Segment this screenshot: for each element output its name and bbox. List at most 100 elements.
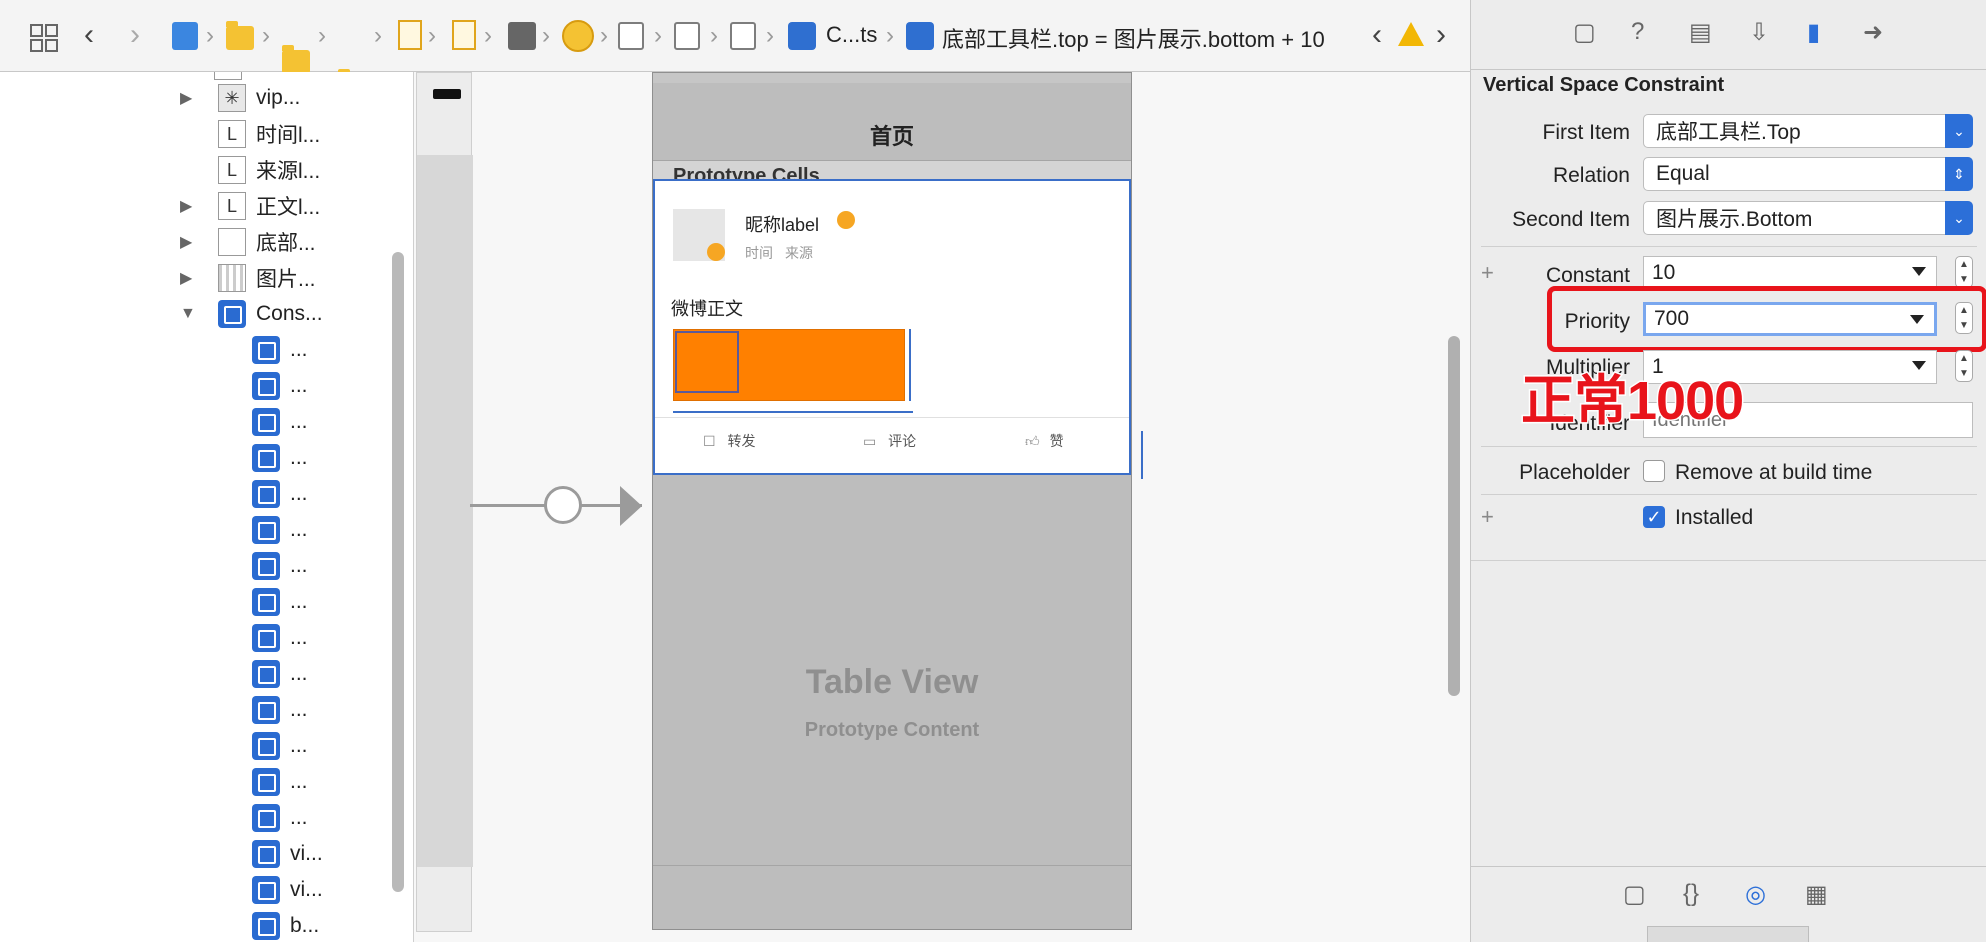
multiplier-stepper[interactable]: ▲ ▼ [1955, 350, 1973, 382]
outline-item-constraints[interactable]: ▼ Cons... [180, 298, 323, 330]
storyboard-icon[interactable] [398, 20, 422, 50]
size-inspector-icon[interactable]: ▮ [1807, 18, 1820, 47]
file-template-library-icon[interactable]: ▢ [1623, 880, 1646, 909]
constraint-item[interactable]: ... [252, 694, 308, 726]
outline-item-source[interactable]: L 来源l... [218, 154, 320, 186]
outline-item-bottom-bar[interactable]: ▶ 底部... [180, 226, 316, 258]
installed-label[interactable]: Installed [1675, 506, 1753, 530]
constant-stepper[interactable]: ▲ ▼ [1955, 256, 1973, 288]
scene-icon[interactable] [508, 22, 536, 50]
constraint-item[interactable]: vi... [252, 838, 323, 870]
cell-height-indicator[interactable] [1141, 431, 1143, 479]
constraint-icon[interactable] [906, 22, 934, 50]
constraint-item[interactable]: ... [252, 586, 308, 618]
disclosure-triangle-icon[interactable]: ▶ [180, 88, 192, 108]
folder-icon[interactable] [282, 45, 310, 74]
outline-item-time[interactable]: L 时间l... [218, 118, 320, 150]
priority-stepper[interactable]: ▲ ▼ [1955, 302, 1973, 334]
constraint-item[interactable]: ... [252, 406, 308, 438]
constraint-icon [252, 372, 280, 400]
priority-field[interactable]: 700 [1643, 302, 1937, 336]
constraint-item[interactable]: ... [252, 550, 308, 582]
identity-inspector-icon[interactable]: ▤ [1689, 18, 1712, 47]
constraints-icon[interactable] [788, 22, 816, 50]
canvas-scrollbar[interactable] [1448, 336, 1460, 696]
constraint-label: ... [290, 662, 308, 685]
file-inspector-icon[interactable]: ▢ [1573, 18, 1596, 47]
constraint-item[interactable]: b... [252, 910, 319, 942]
storyboard-icon[interactable] [452, 20, 476, 50]
constraint-item[interactable]: ... [252, 622, 308, 654]
previous-scene[interactable] [416, 72, 473, 932]
help-inspector-icon[interactable]: ? [1631, 18, 1644, 46]
comment-button[interactable]: ▭ 评论 [863, 431, 916, 451]
folder-icon[interactable] [226, 21, 254, 50]
repost-button[interactable]: ☐ 转发 [703, 431, 755, 451]
installed-checkbox[interactable]: ✓ [1643, 506, 1665, 528]
warning-icon[interactable] [1398, 22, 1424, 46]
table-cell-icon[interactable] [674, 22, 700, 50]
view-controller-icon[interactable] [562, 20, 594, 52]
crumb-constraints-label[interactable]: C...ts [826, 22, 877, 48]
weibo-cell[interactable]: 昵称label 时间 来源 微博正文 ☐ 转发 ▭ 评论 👍︎ 赞 [653, 179, 1131, 475]
disclosure-triangle-icon[interactable]: ▶ [180, 268, 192, 288]
content-view-icon[interactable] [730, 22, 756, 50]
constraint-item[interactable]: ... [252, 334, 308, 366]
code-snippet-library-icon[interactable]: {} [1683, 880, 1699, 908]
table-view-icon[interactable] [618, 22, 644, 50]
selected-image-cell[interactable] [675, 331, 739, 393]
constraint-item[interactable]: ... [252, 370, 308, 402]
object-library-icon[interactable]: ◎ [1745, 880, 1766, 909]
second-item-popup[interactable]: 图片展示.Bottom ⌄ [1643, 201, 1973, 235]
outline-item-images[interactable]: ▶ 图片... [180, 262, 316, 294]
grid-icon[interactable] [30, 24, 58, 52]
constraint-item[interactable]: ... [252, 514, 308, 546]
constraint-height-indicator[interactable] [909, 329, 911, 401]
back-icon[interactable]: ‹ [84, 18, 94, 52]
constraint-item[interactable]: ... [252, 730, 308, 762]
constraint-width-indicator[interactable] [673, 411, 913, 413]
source-label: 来源 [785, 245, 813, 261]
divider [1471, 560, 1986, 561]
previous-issue-icon[interactable]: ‹ [1372, 18, 1382, 52]
constraint-item[interactable]: ... [252, 802, 308, 834]
media-library-icon[interactable]: ▦ [1805, 880, 1828, 909]
nickname-label: 昵称label [745, 215, 820, 235]
constraint-item[interactable]: ... [252, 658, 308, 690]
outline-item-label: 来源l... [256, 160, 321, 183]
constraint-label: vi... [290, 842, 323, 865]
constraint-item[interactable]: vi... [252, 874, 323, 906]
like-button[interactable]: 👍︎ 赞 [1025, 431, 1064, 451]
next-issue-icon[interactable]: › [1436, 18, 1446, 52]
storyboard-canvas[interactable]: 首页 Prototype Cells 昵称label 时间 来源 微博正文 ☐ … [414, 72, 1470, 942]
constant-field[interactable]: 10 [1643, 256, 1937, 290]
remove-at-build-checkbox[interactable] [1643, 460, 1665, 482]
add-constant-variation-icon[interactable]: + [1481, 260, 1494, 286]
connections-inspector-icon[interactable]: ➜ [1863, 18, 1883, 47]
navigation-title[interactable]: 首页 [653, 119, 1131, 151]
outline-item-vip[interactable]: ▶ ✳ vip... [180, 82, 300, 114]
first-item-popup[interactable]: 底部工具栏.Top ⌄ [1643, 114, 1973, 148]
constraint-item[interactable]: ... [252, 442, 308, 474]
constraint-item[interactable]: ... [252, 478, 308, 510]
outline-item-body[interactable]: ▶ L 正文l... [180, 190, 320, 222]
library-search-field[interactable] [1647, 926, 1809, 942]
table-view-controller-scene[interactable]: 首页 Prototype Cells 昵称label 时间 来源 微博正文 ☐ … [652, 72, 1143, 930]
project-icon[interactable] [172, 22, 198, 50]
dropdown-arrow-icon [1912, 361, 1926, 370]
forward-icon[interactable]: › [130, 18, 140, 52]
segue-icon[interactable] [544, 486, 582, 524]
remove-at-build-label[interactable]: Remove at build time [1675, 461, 1872, 485]
disclosure-triangle-icon[interactable]: ▶ [180, 196, 192, 216]
constraint-item[interactable]: ... [252, 766, 308, 798]
add-installed-variation-icon[interactable]: + [1481, 504, 1494, 530]
disclosure-triangle-icon[interactable]: ▼ [180, 305, 196, 323]
like-label: 赞 [1049, 433, 1064, 449]
constraint-icon [252, 912, 280, 940]
constraint-label: ... [290, 554, 308, 577]
relation-popup[interactable]: Equal ⇕ [1643, 157, 1973, 191]
attributes-inspector-icon[interactable]: ⇩ [1749, 18, 1769, 47]
crumb-constraint-label[interactable]: 底部工具栏.top = 图片展示.bottom + 10 [942, 22, 1325, 54]
outline-scrollbar[interactable] [392, 252, 404, 892]
disclosure-triangle-icon[interactable]: ▶ [180, 232, 192, 252]
